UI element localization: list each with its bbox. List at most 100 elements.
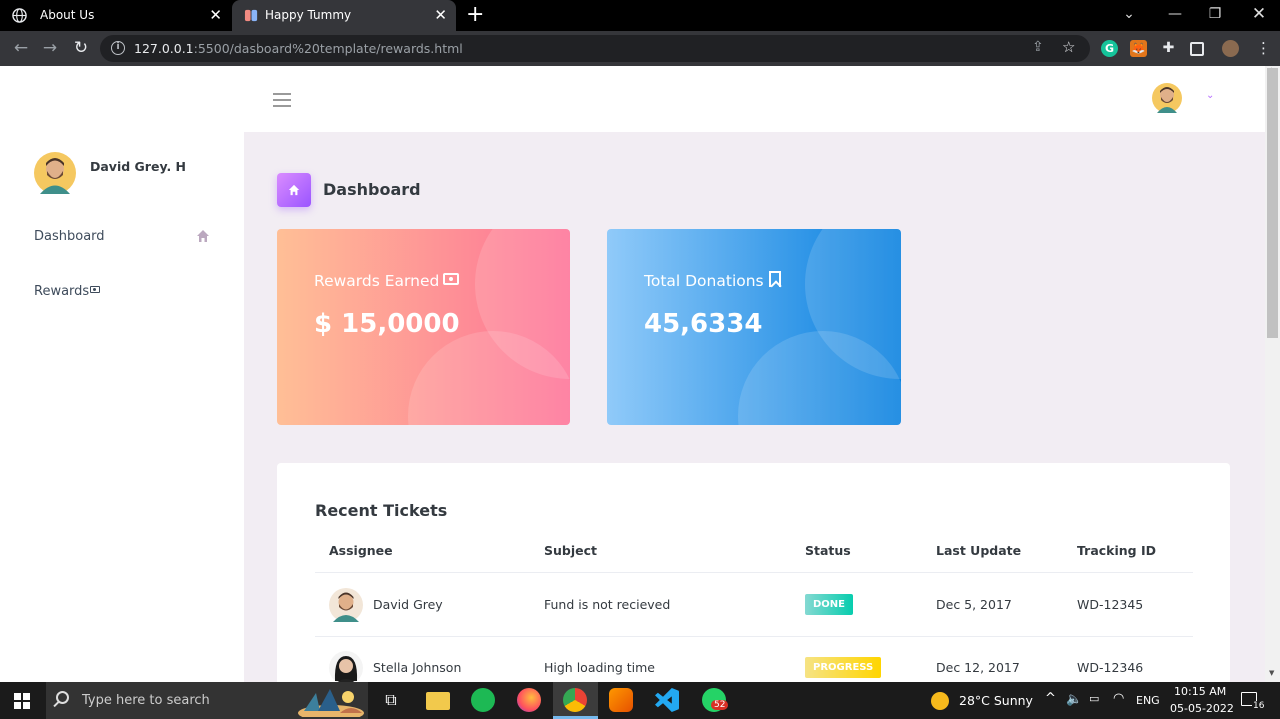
notification-count: 16 [1252,701,1266,711]
card-label-text: Rewards Earned [314,272,440,290]
url-path: :5500/dasboard%20template/rewards.html [193,41,463,56]
address-bar[interactable]: i 127.0.0.1:5500/dasboard%20template/rew… [100,35,1090,62]
more-menu-icon[interactable]: ⋮ [1256,38,1271,58]
site-info-icon[interactable]: i [111,41,125,55]
forward-arrow-icon[interactable]: → [40,38,60,58]
user-avatar[interactable] [1152,83,1182,113]
ticket-subject: High loading time [544,660,655,675]
url-text: 127.0.0.1:5500/dasboard%20template/rewar… [134,41,463,56]
share-icon[interactable]: ⇪ [1032,39,1044,55]
search-icon [56,691,69,704]
volume-icon[interactable]: 🔈 [1066,692,1082,707]
browser-toolbar: ← → ↻ i 127.0.0.1:5500/dasboard%20templa… [0,31,1280,66]
sidebar-item-rewards[interactable]: Rewards [34,284,101,299]
card-label: Total Donations [644,271,781,290]
column-header-status: Status [805,543,851,558]
clock-time[interactable]: 10:15 AM [1174,685,1226,698]
rewards-earned-card: Rewards Earned $ 15,0000 [277,229,570,425]
side-panel-icon[interactable] [1190,42,1204,56]
table-header: Assignee Subject Status Last Update Trac… [315,535,1193,573]
firefox-icon[interactable] [517,688,541,712]
taskbar-search-box[interactable]: Type here to search [46,682,368,719]
tab-search-icon[interactable]: ⌄ [1114,4,1144,24]
close-window-icon[interactable]: ✕ [1244,4,1274,24]
reload-icon[interactable]: ↻ [71,38,91,58]
status-badge: DONE [805,594,854,615]
card-value: $ 15,0000 [314,309,460,339]
table-row[interactable]: Stella Johnson High loading time PROGRES… [315,637,1193,682]
search-highlight-art-icon [298,689,364,717]
task-view-icon[interactable]: ⧉ [379,688,403,712]
sidebar-item-label: Rewards [34,284,90,299]
show-hidden-icons-icon[interactable]: ^ [1045,691,1056,706]
sidebar-item-dashboard[interactable]: Dashboard [34,229,210,244]
browser-tab-strip: About Us ✕ Happy Tummy ✕ + ⌄ — ❐ ✕ [0,0,1280,31]
page-scrollbar[interactable]: ▲ ▼ [1265,66,1280,682]
hamburger-menu-icon[interactable] [273,93,291,111]
last-update: Dec 5, 2017 [936,597,1012,612]
assignee-name: David Grey [373,597,443,612]
home-icon [197,230,209,242]
tracking-id: WD-12346 [1077,660,1144,675]
globe-icon [12,8,27,23]
table-row[interactable]: David Grey Fund is not recieved DONE Dec… [315,574,1193,637]
close-tab-icon[interactable]: ✕ [434,6,447,24]
profile-avatar-icon[interactable] [1222,40,1239,57]
windows-taskbar: Type here to search ⧉ 52 28°C Sunny ^ 🔈 … [0,682,1280,719]
card-value: 45,6334 [644,309,763,339]
status-badge: PROGRESS [805,657,882,678]
vscode-icon[interactable] [655,688,679,712]
column-header-last-update: Last Update [936,543,1022,558]
column-header-tracking-id: Tracking ID [1077,543,1156,558]
battery-icon[interactable]: ▭ [1089,692,1099,705]
card-label: Rewards Earned [314,272,460,290]
column-header-subject: Subject [544,543,597,558]
close-tab-icon[interactable]: ✕ [209,6,222,24]
grammarly-extension-icon[interactable]: G [1101,40,1118,57]
language-indicator[interactable]: ENG [1136,694,1160,707]
new-tab-button[interactable]: + [466,3,484,27]
section-title: Recent Tickets [315,501,448,520]
whatsapp-badge: 52 [711,700,729,710]
tracking-id: WD-12345 [1077,597,1144,612]
sidebar-user-name: David Grey. H [90,159,187,174]
avatar [329,588,363,622]
top-navbar: ⌄ [0,66,1265,132]
weather-text[interactable]: 28°C Sunny [959,693,1033,708]
column-header-assignee: Assignee [329,543,393,558]
scroll-down-icon[interactable]: ▼ [1269,669,1274,677]
bookmark-icon [768,271,781,287]
search-placeholder: Type here to search [82,693,210,708]
spotify-icon[interactable] [471,688,495,712]
restore-icon[interactable]: ❐ [1200,4,1230,24]
minimize-icon[interactable]: — [1160,4,1190,24]
back-arrow-icon[interactable]: ← [11,38,31,58]
sidebar: David Grey. H Dashboard Rewards [0,132,244,682]
windows-start-icon[interactable] [14,693,30,709]
metamask-extension-icon[interactable]: 🦊 [1130,40,1147,57]
avatar [34,152,76,194]
total-donations-card: Total Donations 45,6334 [607,229,901,425]
ticket-subject: Fund is not recieved [544,597,671,612]
file-explorer-icon[interactable] [426,692,450,710]
card-label-text: Total Donations [644,272,764,290]
page-viewport: ⌄ David Grey. H Dashboard Rewards Dashbo… [0,66,1265,682]
page-title: Dashboard [323,180,421,199]
bookmark-star-icon[interactable]: ☆ [1062,38,1075,56]
scrollbar-thumb[interactable] [1267,68,1278,338]
avatar [329,651,363,682]
tab-title: Happy Tummy [265,8,352,22]
cash-icon [443,273,460,285]
tab-title: About Us [40,8,95,22]
fl-studio-icon[interactable] [609,688,633,712]
wifi-icon[interactable]: ◠ [1113,691,1124,706]
extensions-puzzle-icon[interactable]: ✚ [1160,40,1177,57]
tab-happy-tummy[interactable]: Happy Tummy ✕ [232,0,456,31]
clock-date[interactable]: 05-05-2022 [1170,702,1234,715]
tab-about-us[interactable]: About Us ✕ [0,0,231,31]
chrome-icon[interactable] [563,688,587,712]
chevron-down-icon[interactable]: ⌄ [1206,90,1214,101]
last-update: Dec 12, 2017 [936,660,1020,675]
sun-weather-icon[interactable] [931,692,949,710]
app-favicon-icon [244,9,258,22]
